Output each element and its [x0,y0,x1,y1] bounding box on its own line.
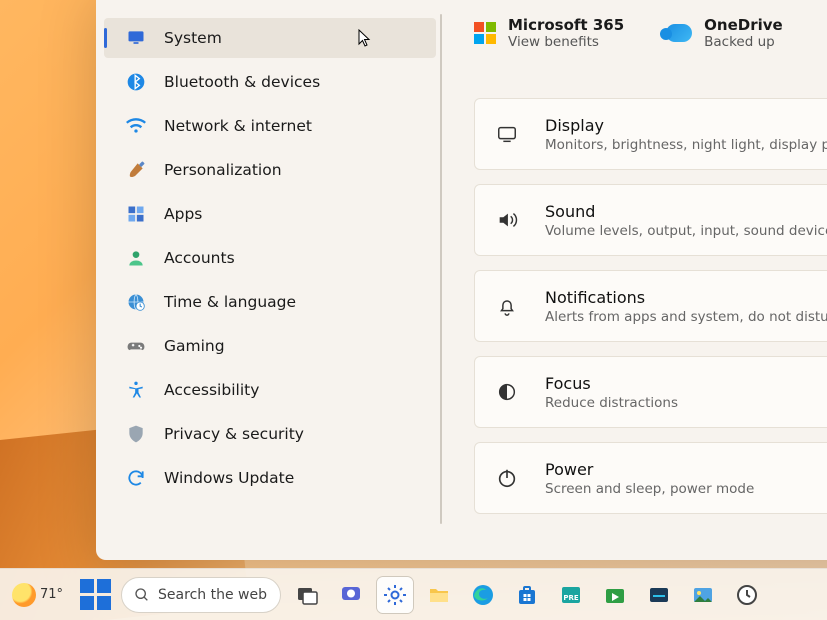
taskbar-weather[interactable]: 71° [6,583,69,607]
card-title: Notifications [545,288,827,307]
onedrive-icon [666,24,692,42]
system-card-focus[interactable]: Focus Reduce distractions [474,356,827,428]
taskbar-app-green[interactable] [597,577,633,613]
sidebar-item-accounts[interactable]: Accounts [104,238,436,278]
sidebar-item-label: Apps [164,205,202,223]
update-icon [126,468,146,488]
sidebar-item-label: Privacy & security [164,425,304,443]
sidebar-item-privacy-security[interactable]: Privacy & security [104,414,436,454]
sidebar-item-label: Bluetooth & devices [164,73,320,91]
search-icon [134,587,150,603]
sidebar-item-label: Accessibility [164,381,259,399]
taskbar-search-placeholder: Search the web [158,587,267,603]
sidebar-item-network-internet[interactable]: Network & internet [104,106,436,146]
start-button[interactable] [77,577,113,613]
onedrive-tile[interactable]: OneDrive Backed up [666,16,783,50]
system-card-display[interactable]: Display Monitors, brightness, night light… [474,98,827,170]
microsoft-365-sub: View benefits [508,34,624,50]
shield-icon [126,424,146,444]
card-subtitle: Monitors, brightness, night light, displ… [545,137,827,153]
settings-window: System Bluetooth & devices Network & inter… [96,0,827,560]
taskbar-app-teal[interactable]: PRE [553,577,589,613]
sidebar-item-label: Network & internet [164,117,312,135]
card-title: Display [545,116,827,135]
notifications-icon [495,294,519,318]
svg-text:PRE: PRE [563,594,579,602]
card-subtitle: Screen and sleep, power mode [545,481,754,497]
sidebar-scrollbar[interactable] [440,14,442,524]
sidebar-item-label: Accounts [164,249,235,267]
wifi-icon [126,116,146,136]
sidebar-item-label: Personalization [164,161,282,179]
card-subtitle: Reduce distractions [545,395,678,411]
person-icon [126,248,146,268]
sidebar-item-bluetooth-devices[interactable]: Bluetooth & devices [104,62,436,102]
card-title: Focus [545,374,678,393]
microsoft-365-tile[interactable]: Microsoft 365 View benefits [474,16,624,50]
sound-icon [495,208,519,232]
card-title: Power [545,460,754,479]
sidebar-item-label: Gaming [164,337,225,355]
taskbar-chat[interactable] [333,577,369,613]
power-icon [495,466,519,490]
monitor-icon [126,28,146,48]
display-icon [495,122,519,146]
globe-clock-icon [126,292,146,312]
microsoft-logo-icon [474,22,496,44]
taskbar: 71° Search the web PRE [0,568,827,620]
sidebar-item-personalization[interactable]: Personalization [104,150,436,190]
card-title: Sound [545,202,827,221]
taskbar-clock[interactable] [729,577,765,613]
taskbar-file-explorer[interactable] [421,577,457,613]
apps-icon [126,204,146,224]
sidebar-item-system[interactable]: System [104,18,436,58]
card-subtitle: Alerts from apps and system, do not dist… [545,309,827,325]
system-card-notifications[interactable]: Notifications Alerts from apps and system… [474,270,827,342]
system-card-sound[interactable]: Sound Volume levels, output, input, sound… [474,184,827,256]
taskbar-settings[interactable] [377,577,413,613]
settings-content: Rename Microsoft 365 View benefits OneDr… [444,0,827,560]
card-subtitle: Volume levels, output, input, sound devi… [545,223,827,239]
onedrive-title: OneDrive [704,16,783,34]
settings-sidebar: System Bluetooth & devices Network & inter… [96,0,444,560]
sidebar-item-accessibility[interactable]: Accessibility [104,370,436,410]
taskbar-photos[interactable] [685,577,721,613]
bluetooth-icon [126,72,146,92]
taskbar-edge[interactable] [465,577,501,613]
taskbar-prime-video[interactable] [641,577,677,613]
sidebar-item-windows-update[interactable]: Windows Update [104,458,436,498]
onedrive-sub: Backed up [704,34,783,50]
brush-icon [126,160,146,180]
taskbar-taskview[interactable] [289,577,325,613]
sidebar-item-label: Windows Update [164,469,294,487]
microsoft-365-title: Microsoft 365 [508,16,624,34]
sidebar-item-label: Time & language [164,293,296,311]
accessibility-icon [126,380,146,400]
focus-icon [495,380,519,404]
sidebar-item-label: System [164,29,222,47]
weather-temp: 71° [40,587,63,602]
gamepad-icon [126,336,146,356]
sidebar-item-time-language[interactable]: Time & language [104,282,436,322]
sidebar-item-gaming[interactable]: Gaming [104,326,436,366]
taskbar-store[interactable] [509,577,545,613]
sidebar-item-apps[interactable]: Apps [104,194,436,234]
system-card-power[interactable]: Power Screen and sleep, power mode [474,442,827,514]
weather-sun-icon [12,583,36,607]
taskbar-search[interactable]: Search the web [121,577,281,613]
